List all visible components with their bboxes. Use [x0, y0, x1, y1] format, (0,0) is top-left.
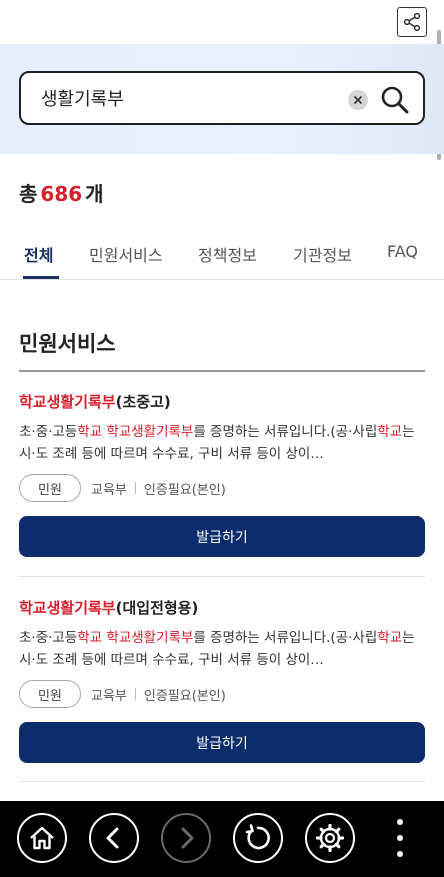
- top-bar: [0, 0, 444, 44]
- search-box: [19, 71, 425, 125]
- meta-separator: [134, 688, 136, 700]
- search-input[interactable]: [41, 87, 341, 109]
- service-card-title[interactable]: 학교생활기록부(초중고): [19, 391, 425, 412]
- title-highlight: 학교생활기록부: [19, 599, 116, 617]
- refresh-icon: [245, 824, 270, 850]
- agency-label: 교육부: [91, 688, 127, 704]
- service-card: 학교생활기록부(초중고) 초·중·고등학교 학교생활기록부를 증명하는 서류입니…: [19, 391, 425, 557]
- active-tab-indicator: [23, 276, 59, 279]
- result-count: 총 686 개: [19, 178, 104, 207]
- meta-separator: [134, 482, 136, 494]
- chevron-left-icon: [106, 827, 119, 849]
- home-button[interactable]: [17, 813, 67, 863]
- issue-button[interactable]: 발급하기: [19, 516, 425, 557]
- category-badge: 민원: [19, 474, 81, 502]
- title-rest: (대입전형용): [115, 599, 199, 617]
- result-count-prefix: 총: [19, 182, 38, 206]
- more-button[interactable]: [393, 815, 407, 861]
- title-highlight: 학교생활기록부: [19, 393, 116, 411]
- clear-search-button[interactable]: [348, 90, 368, 110]
- tab-all[interactable]: 전체: [24, 242, 53, 266]
- more-vertical-icon: [397, 819, 403, 825]
- search-area: [0, 44, 444, 154]
- service-card: 학교생활기록부(대입전형용) 초·중·고등학교 학교생활기록부를 증명하는 서류…: [19, 597, 425, 763]
- chevron-right-icon: [181, 827, 194, 849]
- desc-text: 초·중·고등: [19, 630, 78, 646]
- tab-agency-info[interactable]: 기관정보: [293, 242, 352, 266]
- desc-text: 를 증명하는 서류입니다.(공·사립: [193, 630, 378, 646]
- desc-text: 를 증명하는 서류입니다.(공·사립: [193, 424, 378, 440]
- result-count-number: 686: [40, 182, 83, 206]
- share-icon: [403, 12, 421, 32]
- service-card-title[interactable]: 학교생활기록부(대입전형용): [19, 597, 425, 618]
- auth-label: 인증필요(본인): [143, 688, 226, 704]
- agency-label: 교육부: [91, 482, 127, 498]
- close-icon: [353, 95, 363, 105]
- more-vertical-icon: [397, 851, 403, 857]
- service-card-meta: 민원 교육부 인증필요(본인): [19, 474, 425, 502]
- tab-faq[interactable]: FAQ: [387, 242, 418, 261]
- desc-highlight: 학교: [377, 424, 403, 440]
- refresh-button[interactable]: [233, 813, 283, 863]
- service-card-description: 초·중·고등학교 학교생활기록부를 증명하는 서류입니다.(공·사립학교는 시·…: [19, 421, 425, 465]
- home-icon: [30, 826, 54, 850]
- settings-button[interactable]: [305, 813, 355, 863]
- share-button[interactable]: [397, 7, 427, 37]
- tab-civil-services[interactable]: 민원서비스: [89, 242, 163, 266]
- title-rest: (초중고): [115, 393, 171, 411]
- desc-highlight: 학교 학교생활기록부: [77, 630, 194, 646]
- search-button[interactable]: [379, 84, 411, 116]
- section-title: 민원서비스: [19, 332, 116, 356]
- desc-highlight: 학교 학교생활기록부: [77, 424, 194, 440]
- category-badge: 민원: [19, 680, 81, 708]
- card-divider: [19, 781, 425, 782]
- search-icon: [381, 86, 409, 114]
- section-divider: [19, 370, 425, 372]
- bottom-nav: [0, 801, 444, 877]
- desc-text: 초·중·고등: [19, 424, 78, 440]
- more-vertical-icon: [397, 835, 403, 841]
- gear-icon: [315, 823, 345, 853]
- service-card-meta: 민원 교육부 인증필요(본인): [19, 680, 425, 708]
- issue-button[interactable]: 발급하기: [19, 722, 425, 763]
- forward-button[interactable]: [161, 813, 211, 863]
- category-tabs: 전체 민원서비스 정책정보 기관정보 FAQ: [0, 228, 444, 280]
- back-button[interactable]: [89, 813, 139, 863]
- result-count-suffix: 개: [85, 182, 104, 206]
- desc-highlight: 학교: [377, 630, 403, 646]
- card-divider: [19, 576, 425, 577]
- auth-label: 인증필요(본인): [143, 482, 226, 498]
- tab-policy-info[interactable]: 정책정보: [198, 242, 257, 266]
- service-card-description: 초·중·고등학교 학교생활기록부를 증명하는 서류입니다.(공·사립학교는 시·…: [19, 627, 425, 671]
